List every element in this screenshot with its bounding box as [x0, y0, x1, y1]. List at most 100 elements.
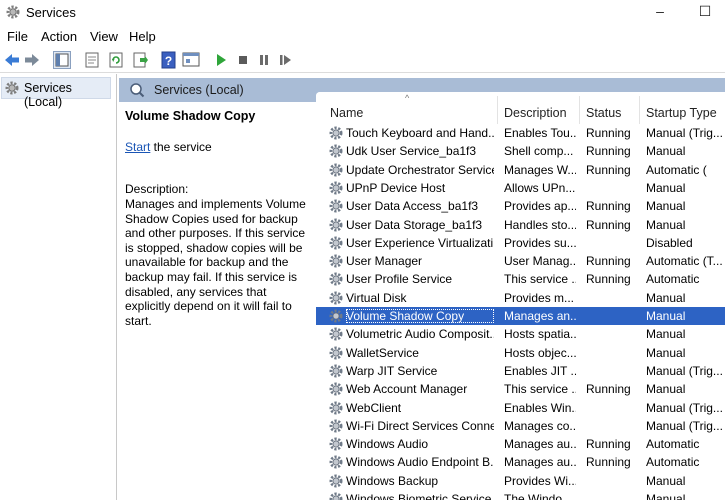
service-startup-cell: Automatic (T...	[646, 254, 723, 269]
menu-bar: File Action View Help	[0, 26, 725, 46]
console-icon[interactable]	[182, 51, 200, 69]
stop-icon[interactable]	[234, 51, 252, 69]
play-icon[interactable]	[212, 51, 230, 69]
sort-ascending-icon: ^	[405, 93, 410, 103]
start-service-suffix: the service	[150, 140, 212, 154]
menu-view[interactable]: View	[90, 29, 118, 44]
service-startup-cell: Automatic	[646, 455, 700, 470]
service-description-cell: Provides su...	[504, 235, 576, 250]
table-row[interactable]: UPnP Device Host Allows UPn... Manual	[316, 179, 725, 197]
service-description-cell: Provides ap...	[504, 199, 576, 214]
service-startup-cell: Manual	[646, 309, 686, 323]
column-header-name[interactable]: Name	[330, 106, 363, 120]
service-status-cell: Running	[586, 162, 631, 177]
gear-icon	[329, 218, 343, 231]
table-row[interactable]: Wi-Fi Direct Services Conne... Manages co…	[316, 417, 725, 435]
table-row[interactable]: Windows Audio Endpoint B... Manages au...…	[316, 453, 725, 471]
column-header-status[interactable]: Status	[586, 106, 621, 120]
service-startup-cell: Manual	[646, 473, 686, 488]
service-status-cell: Running	[586, 382, 631, 397]
service-name-cell: Windows Backup	[346, 473, 439, 488]
service-startup-cell: Manual	[646, 199, 686, 214]
table-row[interactable]: Touch Keyboard and Hand... Enables Tou...…	[316, 124, 725, 142]
minimize-button[interactable]: –	[640, 0, 680, 24]
service-description-cell: Manages an...	[504, 309, 576, 323]
service-name-cell: Wi-Fi Direct Services Conne...	[346, 418, 494, 433]
service-name-cell: Volumetric Audio Composit...	[346, 327, 494, 342]
service-description-cell: Manages co...	[504, 418, 576, 433]
service-startup-cell: Automatic	[646, 437, 700, 452]
help-icon[interactable]: ?	[160, 51, 178, 69]
gear-icon	[329, 492, 343, 500]
service-status-cell: Running	[586, 199, 631, 214]
table-row[interactable]: Volumetric Audio Composit... Hosts spatia…	[316, 325, 725, 343]
service-description-cell: Enables Tou...	[504, 126, 576, 140]
menu-help[interactable]: Help	[129, 29, 156, 44]
gear-icon	[329, 346, 343, 360]
gear-icon	[329, 181, 343, 195]
table-row[interactable]: User Experience Virtualizati... Provides …	[316, 234, 725, 252]
service-name-cell: Virtual Disk	[346, 290, 407, 305]
start-service-link[interactable]: Start	[125, 140, 150, 154]
table-row[interactable]: Udk User Service_ba1f3 Shell comp... Runni…	[316, 142, 725, 160]
gear-icon	[329, 236, 343, 250]
maximize-button[interactable]: ☐	[685, 0, 725, 24]
service-description-cell: This service ...	[504, 272, 576, 287]
table-row[interactable]: Web Account Manager This service ... Runni…	[316, 380, 725, 398]
column-header-description[interactable]: Description	[504, 106, 567, 120]
tree-item-label: Services (Local)	[24, 81, 72, 109]
table-row[interactable]: Windows Backup Provides Wi... Manual	[316, 472, 725, 490]
refresh-icon[interactable]	[107, 51, 125, 69]
toolbar: ?	[0, 48, 725, 73]
service-startup-cell: Manual	[646, 327, 686, 342]
column-divider[interactable]	[639, 96, 640, 124]
table-row[interactable]: Warp JIT Service Enables JIT ... Manual (T…	[316, 362, 725, 380]
table-row[interactable]: WalletService Hosts objec... Manual	[316, 344, 725, 362]
description-text: Manages and implements Volume Shadow Cop…	[125, 197, 306, 328]
service-startup-cell: Manual	[646, 345, 686, 360]
service-description-cell: Hosts objec...	[504, 345, 576, 360]
table-row[interactable]: User Data Storage_ba1f3 Handles sto... Run…	[316, 216, 725, 234]
table-row[interactable]: User Data Access_ba1f3 Provides ap... Runn…	[316, 197, 725, 215]
table-row[interactable]: User Manager User Manag... Running Automati…	[316, 252, 725, 270]
column-divider[interactable]	[579, 96, 580, 124]
service-description-cell: Manages au...	[504, 455, 576, 470]
service-description-cell: The Windo...	[504, 492, 573, 500]
title-bar: Services – ☐	[0, 0, 725, 24]
service-name-cell: User Data Access_ba1f3	[346, 199, 479, 214]
gear-icon	[329, 291, 343, 305]
column-divider[interactable]	[497, 96, 498, 124]
table-row[interactable]: WebClient Enables Win... Manual (Trig...	[316, 399, 725, 417]
start-service-line: Start the service	[125, 140, 212, 154]
service-name-cell: User Manager	[346, 254, 423, 269]
properties-icon[interactable]	[83, 51, 101, 69]
tree-item-services-local[interactable]: Services (Local)	[1, 77, 111, 109]
back-arrow-icon[interactable]	[3, 51, 21, 69]
forward-arrow-icon[interactable]	[23, 51, 41, 69]
column-header-startup-type[interactable]: Startup Type	[646, 106, 717, 120]
service-startup-cell: Manual (Trig...	[646, 400, 723, 415]
table-row[interactable]: User Profile Service This service ... Runn…	[316, 270, 725, 288]
gear-icon	[329, 474, 343, 488]
service-description-cell: Enables Win...	[504, 400, 576, 415]
table-row[interactable]: Windows Biometric Service The Windo... Man…	[316, 490, 725, 500]
service-description-cell: Shell comp...	[504, 144, 574, 159]
service-name-cell: Volume Shadow Copy	[346, 309, 494, 323]
show-tree-icon[interactable]	[53, 51, 71, 69]
service-name-cell: Web Account Manager	[346, 382, 468, 397]
gear-icon	[329, 437, 343, 451]
service-startup-cell: Manual	[646, 144, 686, 159]
service-description-cell: This service ...	[504, 382, 576, 397]
menu-file[interactable]: File	[7, 29, 28, 44]
table-row[interactable]: Windows Audio Manages au... Running Automat…	[316, 435, 725, 453]
restart-icon[interactable]	[276, 51, 294, 69]
table-row[interactable]: Virtual Disk Provides m... Manual	[316, 289, 725, 307]
service-name-cell: Warp JIT Service	[346, 363, 438, 378]
table-row[interactable]: Update Orchestrator Service Manages W... R…	[316, 161, 725, 179]
table-row[interactable]: Volume Shadow Copy Manages an... Manual	[316, 307, 725, 325]
pause-icon[interactable]	[255, 51, 273, 69]
service-status-cell: Running	[586, 272, 631, 287]
menu-action[interactable]: Action	[41, 29, 77, 44]
description-label: Description:	[125, 182, 189, 196]
export-icon[interactable]	[131, 51, 149, 69]
